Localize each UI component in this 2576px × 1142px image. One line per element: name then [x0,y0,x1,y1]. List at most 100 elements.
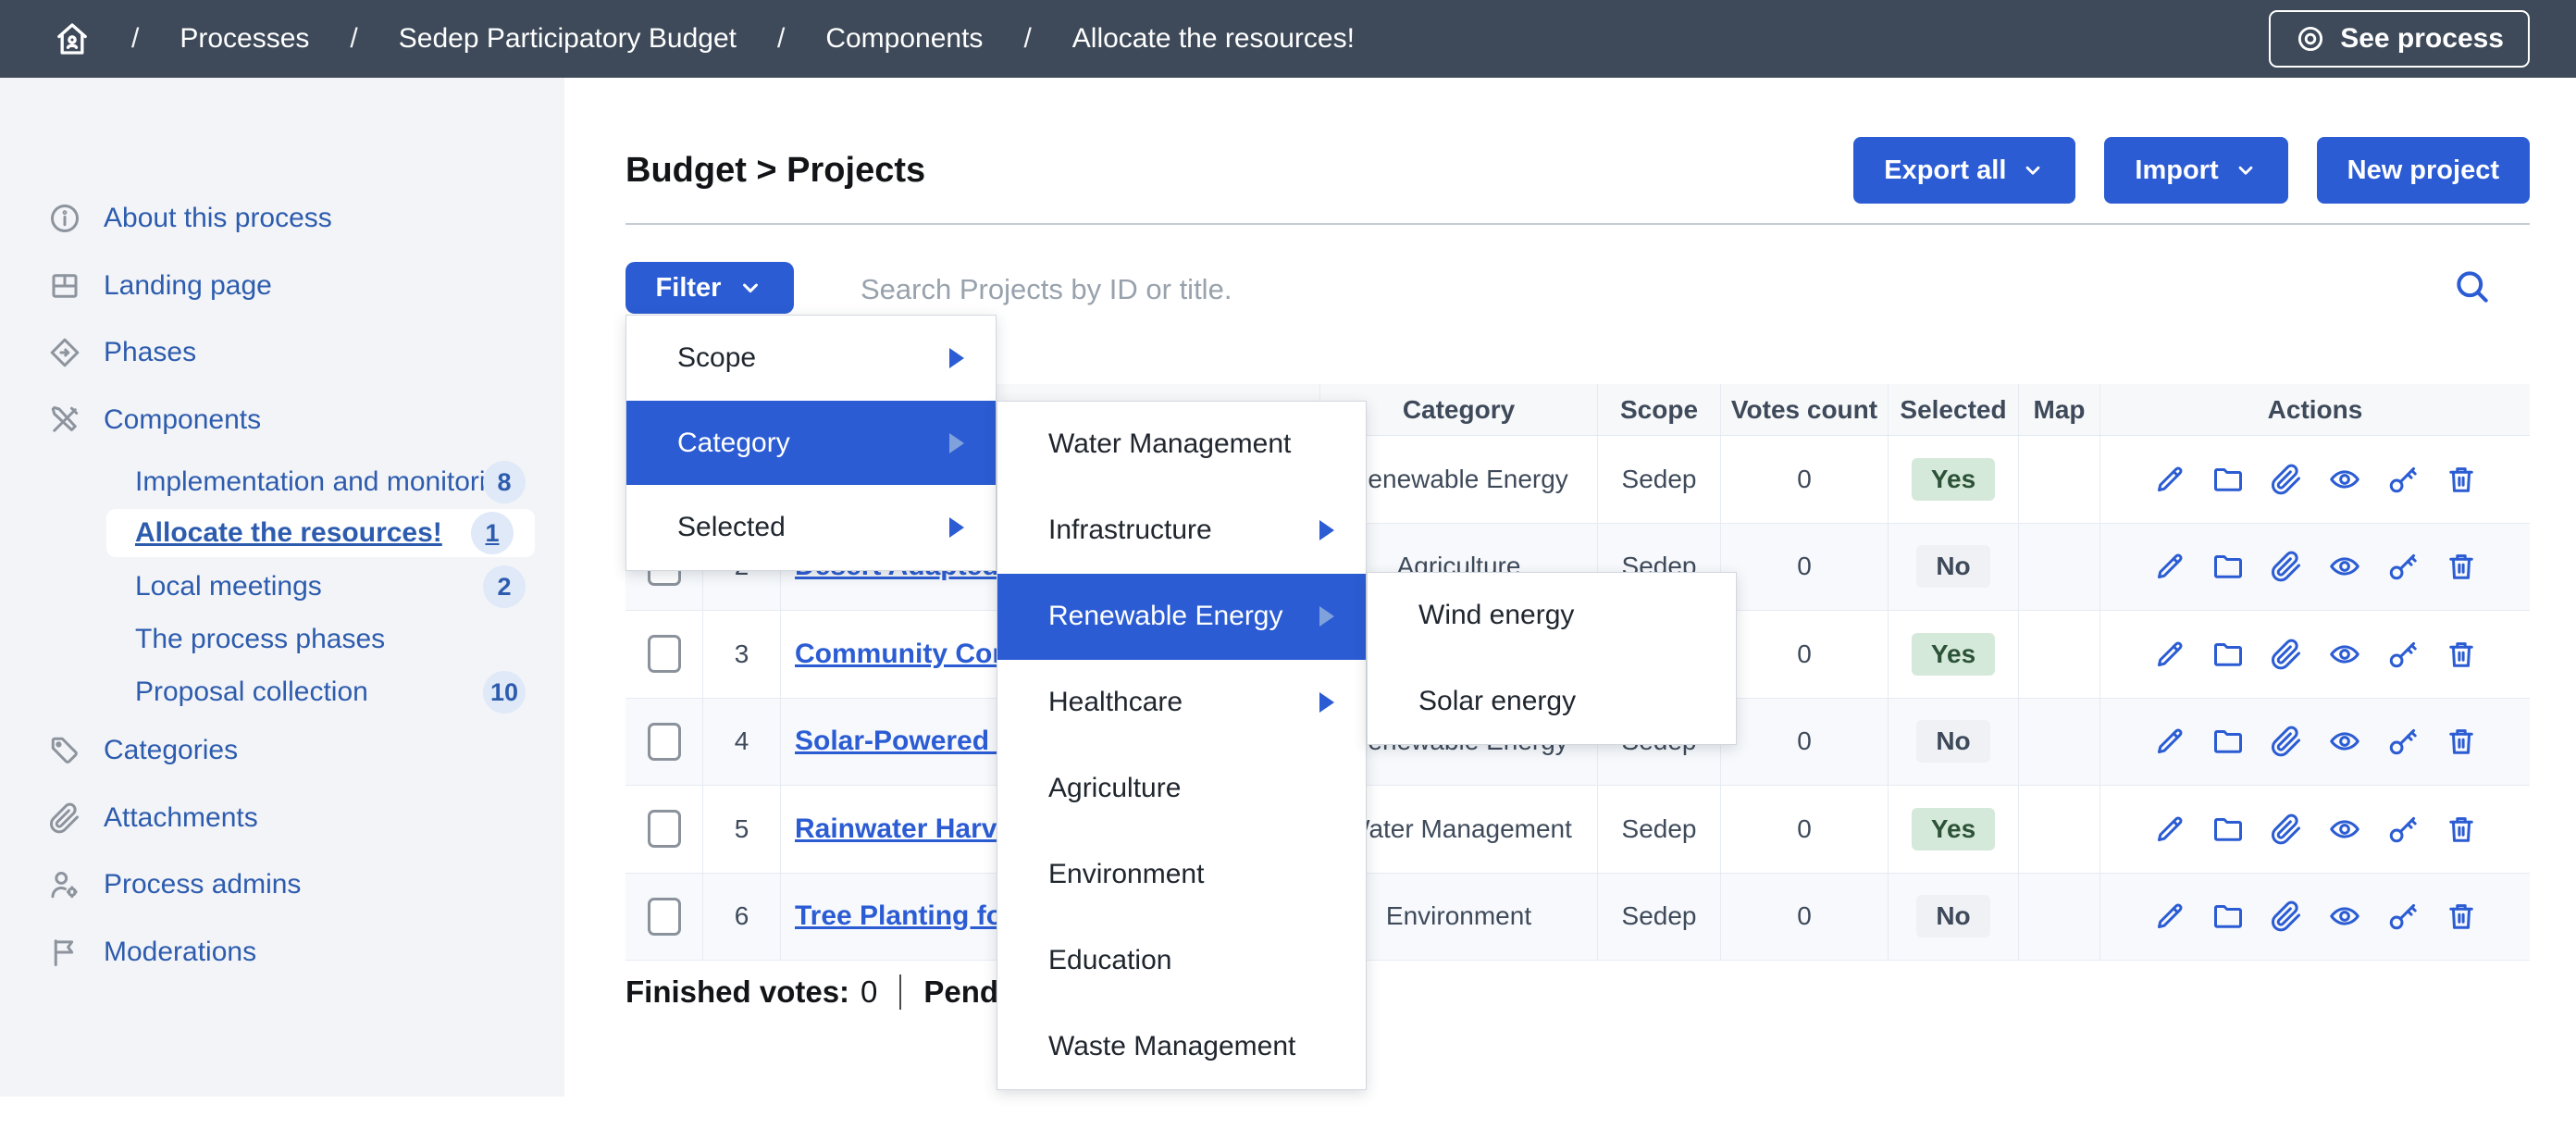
export-all-button[interactable]: Export all [1853,137,2075,204]
sidebar-item-components[interactable]: Components [0,398,564,442]
menu-item-label: Infrastructure [1048,515,1212,546]
sidebar-item-label: Process admins [104,869,301,900]
home-icon[interactable] [54,20,91,57]
search-input[interactable] [859,267,2389,313]
category-item-waste-management[interactable]: Waste Management [997,1003,1366,1089]
sidebar-item-moderations[interactable]: Moderations [0,930,564,974]
filter-dropdown-menu: Scope Category Selected [625,315,997,571]
edit-icon[interactable] [2153,900,2186,933]
paperclip-icon[interactable] [2270,900,2303,933]
sidebar-item-proposal-collection[interactable]: Proposal collection 10 [0,670,564,714]
edit-icon[interactable] [2153,463,2186,496]
folder-icon[interactable] [2211,638,2245,671]
row-checkbox[interactable] [648,898,681,936]
folder-icon[interactable] [2211,725,2245,758]
preview-eye-icon[interactable] [2328,813,2361,846]
filter-menu-item-scope[interactable]: Scope [626,316,996,401]
paperclip-icon[interactable] [2270,638,2303,671]
sidebar-subitem-label: The process phases [135,624,385,655]
delete-trash-icon[interactable] [2445,725,2478,758]
category-item-infrastructure[interactable]: Infrastructure [997,488,1366,574]
row-checkbox[interactable] [648,635,681,673]
project-title-link[interactable]: Rainwater Harve [795,813,1012,845]
breadcrumb-components[interactable]: Components [825,23,983,55]
preview-eye-icon[interactable] [2328,725,2361,758]
menu-item-label: Solar energy [1418,686,1576,717]
project-title-link[interactable]: Solar-Powered S [795,726,1015,757]
sidebar-item-landing-page[interactable]: Landing page [0,264,564,308]
filter-button[interactable]: Filter [625,262,794,314]
key-icon[interactable] [2386,638,2420,671]
subcategory-item-wind-energy[interactable]: Wind energy [1368,573,1736,659]
category-item-environment[interactable]: Environment [997,831,1366,917]
import-button[interactable]: Import [2104,137,2287,204]
see-process-button[interactable]: See process [2269,10,2530,68]
category-item-renewable-energy[interactable]: Renewable Energy [997,574,1366,660]
key-icon[interactable] [2386,813,2420,846]
paperclip-icon[interactable] [2270,725,2303,758]
sidebar-item-implementation-and-monitoring[interactable]: Implementation and monitoring 8 [0,460,564,504]
folder-icon[interactable] [2211,813,2245,846]
header-map: Map [2018,384,2099,435]
sidebar-item-process-admins[interactable]: Process admins [0,863,564,907]
folder-icon[interactable] [2211,550,2245,583]
row-checkbox[interactable] [648,810,681,848]
project-votes: 0 [1720,874,1888,961]
key-icon[interactable] [2386,900,2420,933]
key-icon[interactable] [2386,725,2420,758]
project-votes: 0 [1720,524,1888,611]
sidebar-item-phases[interactable]: Phases [0,330,564,375]
sidebar-item-label: Phases [104,337,196,368]
sidebar-item-local-meetings[interactable]: Local meetings 2 [0,565,564,609]
breadcrumb-processes[interactable]: Processes [180,23,309,55]
project-votes: 0 [1720,786,1888,873]
key-icon[interactable] [2386,550,2420,583]
landing-page-icon [48,269,81,303]
selected-badge: Yes [1912,458,1995,501]
row-checkbox[interactable] [648,723,681,761]
delete-trash-icon[interactable] [2445,813,2478,846]
sidebar-subitem-label: Allocate the resources! [135,517,442,549]
key-icon[interactable] [2386,463,2420,496]
preview-eye-icon[interactable] [2328,638,2361,671]
preview-eye-icon[interactable] [2328,900,2361,933]
sidebar-item-the-process-phases[interactable]: The process phases [0,617,564,662]
delete-trash-icon[interactable] [2445,900,2478,933]
project-title-link[interactable]: Community Con [795,639,1009,670]
folder-icon[interactable] [2211,900,2245,933]
sidebar-item-about-this-process[interactable]: About this process [0,196,564,241]
delete-trash-icon[interactable] [2445,550,2478,583]
edit-icon[interactable] [2153,638,2186,671]
subcategory-submenu: Wind energy Solar energy [1367,572,1737,745]
sidebar-item-allocate-the-resources[interactable]: Allocate the resources! 1 [106,509,535,557]
folder-icon[interactable] [2211,463,2245,496]
count-badge: 8 [483,461,526,503]
category-item-water-management[interactable]: Water Management [997,402,1366,488]
delete-trash-icon[interactable] [2445,463,2478,496]
search-icon[interactable] [2452,267,2493,307]
breadcrumb-separator: / [777,23,785,55]
breadcrumb-process-name[interactable]: Sedep Participatory Budget [399,23,737,55]
preview-eye-icon[interactable] [2328,550,2361,583]
sidebar-item-attachments[interactable]: Attachments [0,796,564,840]
import-label: Import [2135,155,2218,186]
category-item-healthcare[interactable]: Healthcare [997,660,1366,746]
edit-icon[interactable] [2153,550,2186,583]
paperclip-icon[interactable] [2270,550,2303,583]
project-title-link[interactable]: Tree Planting fo [795,900,1003,932]
paperclip-icon[interactable] [2270,813,2303,846]
breadcrumb-current[interactable]: Allocate the resources! [1072,23,1355,55]
edit-icon[interactable] [2153,813,2186,846]
category-item-agriculture[interactable]: Agriculture [997,746,1366,832]
subcategory-item-solar-energy[interactable]: Solar energy [1368,659,1736,745]
paperclip-icon[interactable] [2270,463,2303,496]
new-project-button[interactable]: New project [2317,137,2530,204]
preview-eye-icon[interactable] [2328,463,2361,496]
edit-icon[interactable] [2153,725,2186,758]
person-gear-icon [48,868,81,901]
sidebar-item-categories[interactable]: Categories [0,728,564,773]
category-item-education[interactable]: Education [997,917,1366,1003]
filter-menu-item-selected[interactable]: Selected [626,485,996,570]
delete-trash-icon[interactable] [2445,638,2478,671]
filter-menu-item-category[interactable]: Category [626,401,996,486]
